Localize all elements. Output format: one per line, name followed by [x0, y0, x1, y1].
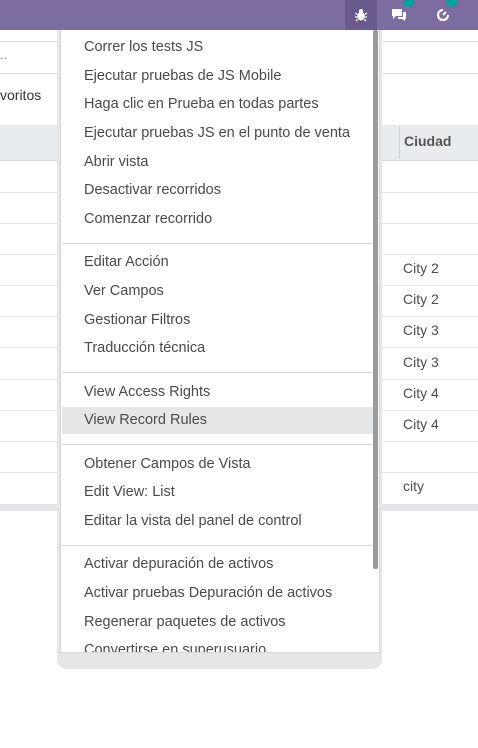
debug-dropdown-menu: Correr los tests JS Ejecutar pruebas de … [60, 30, 380, 653]
activity-button[interactable] [430, 0, 457, 30]
favorites-label[interactable]: voritos [0, 87, 41, 103]
messaging-button[interactable] [385, 0, 414, 30]
table-cell-city[interactable]: City 3 [403, 322, 439, 338]
menu-item-manage-filters[interactable]: Gestionar Filtros [62, 307, 378, 334]
menu-item-view-access-rights[interactable]: View Access Rights [62, 379, 378, 406]
menu-item-run-js-mobile-tests[interactable]: Ejecutar pruebas de JS Mobile [62, 63, 378, 90]
menu-item-edit-view-list[interactable]: Edit View: List [62, 479, 378, 506]
dropdown-scrollbar[interactable] [373, 30, 378, 569]
menu-item-run-pos-js-tests[interactable]: Ejecutar pruebas JS en el punto de venta [62, 120, 378, 147]
column-header-ciudad[interactable]: Ciudad [404, 133, 451, 149]
menu-divider [62, 444, 378, 445]
table-cell-city[interactable]: City 2 [403, 260, 439, 276]
menu-item-edit-action[interactable]: Editar Acción [62, 249, 378, 276]
menu-item-activate-tests-assets-debug[interactable]: Activar pruebas Depuración de activos [62, 580, 378, 607]
menu-item-edit-control-panel-view[interactable]: Editar la vista del panel de control [62, 508, 378, 535]
menu-item-become-superuser[interactable]: Convertirse en superusuario [62, 637, 378, 652]
column-separator [399, 127, 400, 158]
table-cell-city[interactable]: City 2 [403, 291, 439, 307]
table-cell-city[interactable]: city [403, 478, 424, 494]
menu-divider [62, 243, 378, 244]
table-cell-city[interactable]: City 4 [403, 416, 439, 432]
table-cell-city[interactable]: City 4 [403, 385, 439, 401]
menu-item-open-view[interactable]: Abrir vista [62, 149, 378, 176]
menu-item-view-fields[interactable]: Ver Campos [62, 278, 378, 305]
menu-item-start-tour[interactable]: Comenzar recorrido [62, 206, 378, 233]
search-input-text[interactable]: .. [0, 47, 7, 62]
activity-icon [436, 8, 450, 22]
top-navbar [0, 0, 478, 30]
menu-item-click-everywhere[interactable]: Haga clic en Prueba en todas partes [62, 91, 378, 118]
debug-menu-toggle[interactable] [345, 0, 377, 30]
activity-badge [446, 0, 457, 7]
messages-badge [403, 0, 414, 7]
chat-icon [392, 9, 406, 21]
menu-item-disable-tours[interactable]: Desactivar recorridos [62, 177, 378, 204]
table-cell-city[interactable]: City 3 [403, 354, 439, 370]
menu-divider [62, 372, 378, 373]
menu-item-get-view-fields[interactable]: Obtener Campos de Vista [62, 451, 378, 478]
menu-item-run-js-tests[interactable]: Correr los tests JS [62, 34, 378, 61]
menu-item-regenerate-assets[interactable]: Regenerar paquetes de activos [62, 609, 378, 636]
menu-item-activate-assets-debug[interactable]: Activar depuración de activos [62, 551, 378, 578]
menu-item-technical-translation[interactable]: Traducción técnica [62, 335, 378, 362]
menu-item-view-record-rules[interactable]: View Record Rules [62, 407, 378, 434]
menu-divider [62, 545, 378, 546]
bug-icon [354, 9, 368, 22]
